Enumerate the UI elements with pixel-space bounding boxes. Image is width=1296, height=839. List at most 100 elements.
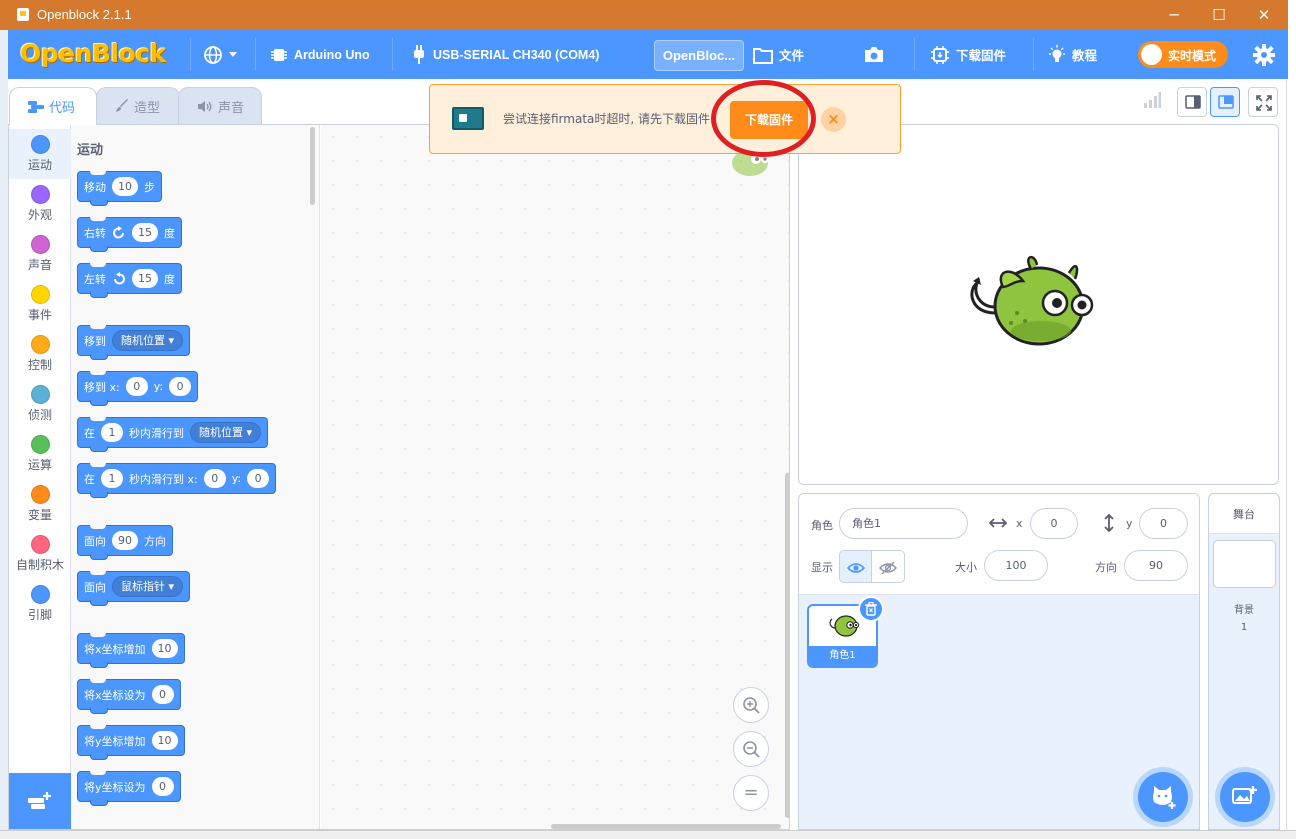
file-menu-label: 文件 <box>779 49 805 63</box>
category-dot-icon <box>30 535 50 554</box>
project-title-input[interactable]: OpenBloc... <box>654 40 744 71</box>
category-item[interactable]: 引脚 <box>9 579 71 629</box>
direction-input[interactable]: 90 <box>1124 550 1188 581</box>
block-number-input[interactable]: 0 <box>151 777 174 796</box>
maximize-button[interactable]: ☐ <box>1206 4 1232 26</box>
minimize-button[interactable]: ─ <box>1161 4 1187 26</box>
settings-button[interactable] <box>1253 30 1275 79</box>
category-item[interactable]: 自制积木 <box>9 529 71 579</box>
workspace-horizontal-scrollbar[interactable] <box>551 824 781 829</box>
hide-button[interactable] <box>872 551 904 582</box>
block-number-input[interactable]: 0 <box>203 469 226 488</box>
block-glide-to[interactable]: 在 1 秒内滑行到 随机位置 ▾ <box>77 417 269 452</box>
block-text: 度 <box>164 226 175 240</box>
script-workspace[interactable]: = <box>321 125 789 829</box>
extension-button[interactable] <box>9 773 71 829</box>
block-number-input[interactable]: 0 <box>151 685 174 704</box>
zoom-reset-button[interactable]: = <box>733 775 769 811</box>
block-number-input[interactable]: 15 <box>132 269 158 288</box>
add-backdrop-button[interactable] <box>1220 772 1270 822</box>
screenshot-button[interactable] <box>864 30 884 79</box>
toggle-knob <box>1141 44 1162 65</box>
block-move-steps[interactable]: 移动 10 步 <box>77 171 162 206</box>
x-input[interactable]: 0 <box>1030 508 1078 539</box>
sprite-name-input[interactable]: 角色1 <box>839 508 968 539</box>
block-number-input[interactable]: 10 <box>112 177 138 196</box>
category-label: 事件 <box>27 308 52 322</box>
upload-firmware-menu[interactable]: 下载固件 <box>930 30 1006 79</box>
block-point-direction[interactable]: 面向 90 方向 <box>77 525 173 560</box>
y-input[interactable]: 0 <box>1139 508 1188 539</box>
category-item[interactable]: 外观 <box>9 179 71 229</box>
category-item[interactable]: 控制 <box>9 329 71 379</box>
size-input[interactable]: 100 <box>984 550 1048 581</box>
tutorial-menu[interactable]: 教程 <box>1048 30 1097 79</box>
workspace-vertical-scrollbar[interactable] <box>785 473 789 818</box>
paintbrush-icon <box>116 99 128 112</box>
language-menu[interactable] <box>203 30 237 79</box>
block-point-towards[interactable]: 面向 鼠标指针 ▾ <box>77 571 191 606</box>
port-selector[interactable]: USB-SERIAL CH340 (COM4) <box>411 30 599 79</box>
backdrop-thumbnail[interactable] <box>1213 540 1276 588</box>
sprite-character[interactable] <box>961 251 1101 351</box>
block-set-y[interactable]: 将y坐标设为 0 <box>77 771 181 806</box>
file-menu[interactable]: 文件 <box>753 30 804 79</box>
category-label: 变量 <box>27 508 52 522</box>
backdrops-label: 背景 <box>1234 605 1254 616</box>
stage-heading: 舞台 <box>1209 494 1279 534</box>
realtime-mode-toggle[interactable]: 实时模式 <box>1138 41 1228 68</box>
tab-costumes[interactable]: 造型 <box>96 87 180 124</box>
fullscreen-button[interactable] <box>1248 87 1278 117</box>
block-dropdown[interactable]: 随机位置 ▾ <box>190 422 262 443</box>
small-stage-button[interactable] <box>1177 87 1207 117</box>
port-name: USB-SERIAL CH340 (COM4) <box>433 47 600 62</box>
palette-scrollbar[interactable] <box>310 127 315 205</box>
block-text: y: <box>153 380 164 393</box>
category-item[interactable]: 运算 <box>9 429 71 479</box>
stage-canvas[interactable] <box>798 124 1279 485</box>
block-text: 将x坐标增加 <box>84 642 146 656</box>
block-glide-xy[interactable]: 在 1 秒内滑行到 x: 0 y: 0 <box>77 463 277 498</box>
block-number-input[interactable]: 1 <box>101 469 123 488</box>
block-number-input[interactable]: 10 <box>151 639 178 658</box>
block-change-y[interactable]: 将y坐标增加 10 <box>77 725 185 760</box>
block-turn-left[interactable]: 左转 15 度 <box>77 263 182 298</box>
large-stage-button[interactable] <box>1210 87 1240 117</box>
category-item[interactable]: 事件 <box>9 279 71 329</box>
block-number-input[interactable]: 90 <box>112 531 138 550</box>
openblock-logo[interactable]: OpenBlock <box>20 39 166 68</box>
block-dropdown[interactable]: 鼠标指针 ▾ <box>112 576 184 597</box>
block-goto[interactable]: 移到 随机位置 ▾ <box>77 325 191 360</box>
camera-icon <box>865 47 883 62</box>
block-number-input[interactable]: 1 <box>101 423 123 442</box>
block-number-input[interactable]: 10 <box>151 731 178 750</box>
size-label: 大小 <box>955 561 977 574</box>
block-set-x[interactable]: 将x坐标设为 0 <box>77 679 181 714</box>
category-item[interactable]: 声音 <box>9 229 71 279</box>
add-sprite-button[interactable] <box>1138 772 1188 822</box>
folder-icon <box>753 47 773 64</box>
horizontal-arrows-icon <box>989 518 1007 528</box>
close-window-button[interactable]: ✕ <box>1251 4 1277 26</box>
block-number-input[interactable]: 0 <box>125 377 148 396</box>
zoom-in-button[interactable] <box>733 687 769 723</box>
zoom-out-button[interactable] <box>733 731 769 767</box>
block-change-x[interactable]: 将x坐标增加 10 <box>77 633 185 668</box>
block-number-input[interactable]: 0 <box>169 377 192 396</box>
block-dropdown[interactable]: 随机位置 ▾ <box>112 330 184 351</box>
category-item[interactable]: 侦测 <box>9 379 71 429</box>
block-turn-right[interactable]: 右转 15 度 <box>77 217 182 252</box>
show-button[interactable] <box>840 551 873 582</box>
board-selector[interactable]: Arduino Uno <box>270 30 370 79</box>
block-number-input[interactable]: 0 <box>247 469 270 488</box>
tab-code[interactable]: 代码 <box>9 87 97 125</box>
block-number-input[interactable]: 15 <box>132 223 158 242</box>
delete-sprite-button[interactable] <box>858 596 884 622</box>
menu-bar: OpenBlock Arduino Uno USB-SERIAL CH340 (… <box>8 30 1288 79</box>
tab-sounds[interactable]: 声音 <box>178 87 262 124</box>
block-goto-xy[interactable]: 移到 x: 0 y: 0 <box>77 371 199 406</box>
category-item[interactable]: 变量 <box>9 479 71 529</box>
category-item[interactable]: 运动 <box>9 129 71 179</box>
block-text: 移到 x: <box>84 380 120 394</box>
alert-close-button[interactable]: × <box>821 107 846 132</box>
